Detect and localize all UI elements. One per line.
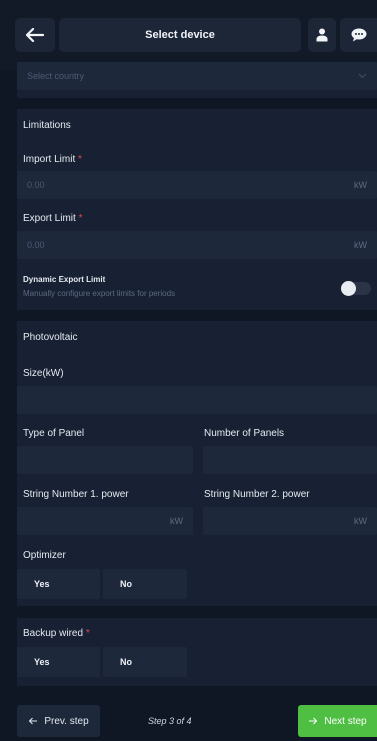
user-button[interactable]	[308, 18, 336, 52]
size-input[interactable]	[17, 386, 377, 414]
user-icon	[316, 28, 328, 42]
chevron-down-icon	[358, 71, 367, 82]
back-button[interactable]	[15, 18, 55, 52]
number-of-panels-label: Number of Panels	[204, 428, 285, 439]
type-of-panel-label: Type of Panel	[23, 428, 85, 439]
import-limit-unit: kW	[354, 180, 367, 190]
string1-power-input[interactable]: kW	[17, 507, 193, 535]
export-limit-label: Export Limit *	[23, 213, 83, 224]
string1-unit: kW	[170, 516, 183, 526]
chat-bubble-icon	[351, 28, 366, 42]
arrow-right-icon	[309, 717, 318, 725]
dynamic-export-desc: Manually configure export limits for per…	[23, 289, 176, 298]
required-mark: *	[78, 213, 83, 224]
required-mark: *	[85, 628, 90, 639]
number-of-panels-input[interactable]	[203, 446, 377, 474]
arrow-left-icon	[29, 717, 38, 725]
photovoltaic-card: Photovoltaic Size(kW) Type of Panel Numb…	[17, 321, 377, 606]
backup-wired-label: Backup wired *	[23, 628, 90, 639]
string2-power-input[interactable]: kW	[203, 507, 377, 535]
top-bar: Select device	[0, 0, 377, 70]
limitations-card: Limitations Import Limit * 0.00 kW Expor…	[17, 109, 377, 310]
export-limit-input[interactable]: 0.00 kW	[17, 231, 377, 259]
step-indicator: Step 3 of 4	[148, 716, 192, 726]
size-label: Size(kW)	[23, 368, 64, 379]
dynamic-export-title: Dynamic Export Limit	[23, 275, 106, 284]
backup-card: Backup wired * Yes No	[17, 618, 377, 686]
optimizer-label: Optimizer	[23, 550, 66, 561]
import-limit-input[interactable]: 0.00 kW	[17, 171, 377, 199]
export-limit-unit: kW	[354, 240, 367, 250]
prev-step-label: Prev. step	[44, 715, 89, 727]
toggle-knob	[341, 281, 356, 296]
string1-power-label: String Number 1. power	[23, 489, 129, 500]
string2-power-label: String Number 2. power	[204, 489, 310, 500]
page-title: Select device	[59, 18, 301, 52]
next-step-label: Next step	[324, 715, 367, 727]
import-limit-placeholder: 0.00	[27, 180, 45, 190]
required-mark: *	[78, 154, 82, 165]
import-limit-label: Import Limit *	[23, 154, 82, 165]
limitations-title: Limitations	[23, 120, 71, 131]
prev-step-button[interactable]: Prev. step	[17, 705, 100, 737]
backup-no-button[interactable]: No	[103, 647, 187, 677]
chat-button[interactable]	[340, 18, 377, 52]
optimizer-yes-button[interactable]: Yes	[17, 569, 100, 599]
backup-yes-button[interactable]: Yes	[17, 647, 100, 677]
type-of-panel-input[interactable]	[17, 446, 193, 474]
optimizer-no-button[interactable]: No	[103, 569, 187, 599]
photovoltaic-title: Photovoltaic	[23, 332, 78, 343]
export-limit-placeholder: 0.00	[27, 240, 45, 250]
string2-unit: kW	[354, 516, 367, 526]
country-select[interactable]: Select country	[17, 62, 377, 90]
country-placeholder: Select country	[27, 71, 85, 81]
next-step-button[interactable]: Next step	[298, 705, 377, 737]
country-card: Select country	[17, 62, 377, 98]
arrow-left-icon	[26, 28, 44, 42]
